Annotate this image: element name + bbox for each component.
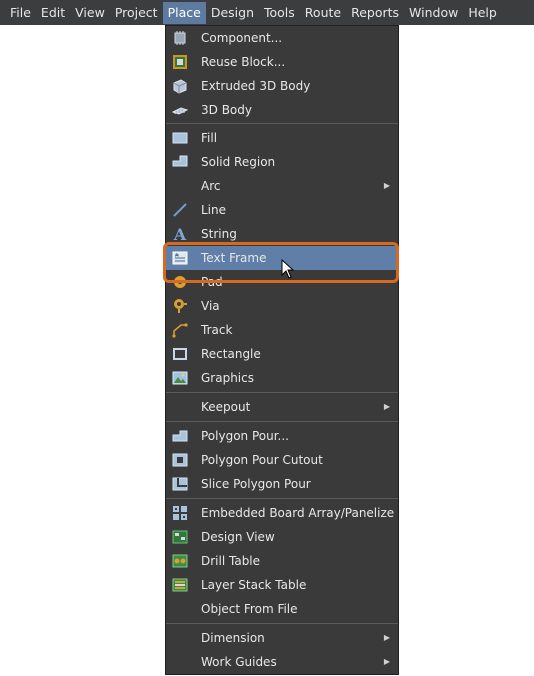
3d-body-icon <box>172 102 188 118</box>
mouse-cursor-icon <box>281 258 295 283</box>
menu-item-label: Reuse Block... <box>201 55 286 69</box>
menu-item-dimension[interactable]: Dimension ▶ <box>166 626 398 650</box>
menu-file[interactable]: File <box>5 2 36 24</box>
menu-item-label: Embedded Board Array/Panelize <box>201 506 395 520</box>
menu-item-object-from-file[interactable]: Object From File <box>166 597 398 621</box>
place-dropdown-menu: Component... Reuse Block... Extruded 3D … <box>165 25 399 675</box>
menu-item-label: Work Guides <box>201 655 277 669</box>
menu-help[interactable]: Help <box>463 2 502 24</box>
menu-item-drill-table[interactable]: Drill Table <box>166 549 398 573</box>
menu-separator <box>166 392 398 393</box>
menu-item-track[interactable]: Track <box>166 318 398 342</box>
menu-item-solid-region[interactable]: Solid Region <box>166 150 398 174</box>
menu-item-label: Fill <box>201 131 218 145</box>
polygon-pour-cutout-icon <box>172 452 188 468</box>
menu-item-label: Rectangle <box>201 347 261 361</box>
menu-item-label: Drill Table <box>201 554 261 568</box>
menu-item-layer-stack-table[interactable]: Layer Stack Table <box>166 573 398 597</box>
svg-text:A: A <box>175 253 179 259</box>
menu-separator <box>166 421 398 422</box>
submenu-arrow-icon: ▶ <box>383 402 390 411</box>
menu-separator <box>166 623 398 624</box>
polygon-pour-icon <box>172 428 188 444</box>
menu-item-label: 3D Body <box>201 103 252 117</box>
extruded-3d-body-icon <box>172 78 188 94</box>
menu-item-label: Graphics <box>201 371 254 385</box>
rectangle-icon <box>172 346 188 362</box>
menu-separator <box>166 498 398 499</box>
menu-bar: File Edit View Project Place Design Tool… <box>0 0 534 25</box>
menu-item-string[interactable]: A String <box>166 222 398 246</box>
text-frame-icon: A <box>172 250 188 266</box>
menu-item-component[interactable]: Component... <box>166 26 398 50</box>
fill-icon <box>172 130 188 146</box>
solid-region-icon <box>172 154 188 170</box>
menu-item-label: Polygon Pour... <box>201 429 289 443</box>
menu-item-extruded-3d-body[interactable]: Extruded 3D Body <box>166 74 398 98</box>
menu-item-label: Object From File <box>201 602 298 616</box>
menu-item-arc[interactable]: Arc ▶ <box>166 174 398 198</box>
via-icon <box>172 298 188 314</box>
menu-item-label: String <box>201 227 237 241</box>
menu-item-via[interactable]: Via <box>166 294 398 318</box>
menu-item-label: Line <box>201 203 227 217</box>
menu-item-label: Slice Polygon Pour <box>201 477 311 491</box>
menu-item-embedded-board-array[interactable]: Embedded Board Array/Panelize <box>166 501 398 525</box>
menu-item-polygon-pour[interactable]: Polygon Pour... <box>166 424 398 448</box>
menu-item-fill[interactable]: Fill <box>166 126 398 150</box>
menu-item-polygon-pour-cutout[interactable]: Polygon Pour Cutout <box>166 448 398 472</box>
menu-item-label: Text Frame <box>201 251 267 265</box>
menu-item-work-guides[interactable]: Work Guides ▶ <box>166 650 398 674</box>
menu-item-label: Arc <box>201 179 221 193</box>
menu-reports[interactable]: Reports <box>346 2 404 24</box>
slice-polygon-pour-icon <box>172 476 188 492</box>
submenu-arrow-icon: ▶ <box>383 633 390 642</box>
menu-item-label: Track <box>201 323 233 337</box>
menu-item-rectangle[interactable]: Rectangle <box>166 342 398 366</box>
menu-item-label: Keepout <box>201 400 251 414</box>
graphics-icon <box>172 370 188 386</box>
menu-item-label: Layer Stack Table <box>201 578 307 592</box>
menu-item-slice-polygon-pour[interactable]: Slice Polygon Pour <box>166 472 398 496</box>
menu-item-line[interactable]: Line <box>166 198 398 222</box>
string-icon: A <box>173 224 187 244</box>
line-icon <box>172 202 188 218</box>
menu-item-3d-body[interactable]: 3D Body <box>166 98 398 122</box>
menu-item-label: Via <box>201 299 220 313</box>
menu-item-keepout[interactable]: Keepout ▶ <box>166 395 398 419</box>
menu-item-design-view[interactable]: Design View <box>166 525 398 549</box>
track-icon <box>172 322 188 338</box>
layer-stack-table-icon <box>172 577 188 593</box>
menu-edit[interactable]: Edit <box>36 2 70 24</box>
submenu-arrow-icon: ▶ <box>383 181 390 190</box>
menu-separator <box>166 123 398 124</box>
menu-item-label: Solid Region <box>201 155 276 169</box>
menu-item-label: Pad <box>201 275 223 289</box>
menu-item-graphics[interactable]: Graphics <box>166 366 398 390</box>
pad-icon <box>172 274 188 290</box>
menu-item-reuse-block[interactable]: Reuse Block... <box>166 50 398 74</box>
menu-route[interactable]: Route <box>300 2 346 24</box>
menu-design[interactable]: Design <box>206 2 259 24</box>
menu-item-label: Component... <box>201 31 283 45</box>
menu-view[interactable]: View <box>70 2 110 24</box>
menu-project[interactable]: Project <box>110 2 163 24</box>
reuse-block-icon <box>172 54 188 70</box>
design-view-icon <box>172 529 188 545</box>
drill-table-icon <box>172 553 188 569</box>
menu-place[interactable]: Place <box>162 1 206 24</box>
menu-item-label: Design View <box>201 530 275 544</box>
menu-window[interactable]: Window <box>404 2 463 24</box>
menu-item-label: Polygon Pour Cutout <box>201 453 323 467</box>
submenu-arrow-icon: ▶ <box>383 657 390 666</box>
menu-tools[interactable]: Tools <box>259 2 300 24</box>
embedded-board-array-icon <box>172 505 188 521</box>
menu-item-label: Extruded 3D Body <box>201 79 311 93</box>
component-icon <box>172 30 188 46</box>
menu-item-label: Dimension <box>201 631 265 645</box>
